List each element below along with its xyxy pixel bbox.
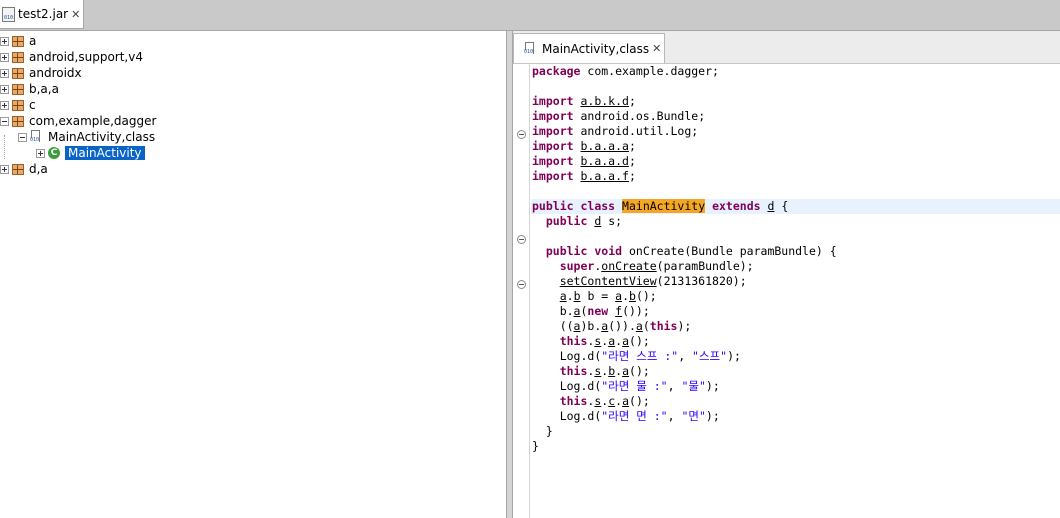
tree-item-label: c bbox=[29, 98, 36, 112]
code-line: ((a)b.a()).a(this); bbox=[532, 319, 692, 333]
fold-icon[interactable] bbox=[517, 235, 526, 244]
code-line: this.s.a.a(); bbox=[559, 334, 650, 348]
tree-item-mainactivity[interactable]: C MainActivity bbox=[36, 145, 145, 161]
editor-gutter bbox=[513, 64, 530, 518]
code-line: } bbox=[532, 439, 539, 453]
tree-item-label: d,a bbox=[29, 162, 48, 176]
code-line: b.a(new f()); bbox=[532, 304, 650, 318]
tree-item-b-a-a[interactable]: b,a,a bbox=[0, 81, 59, 97]
tab-test2-jar[interactable]: 010 test2.jar ✕ bbox=[0, 0, 84, 29]
tree-item-c[interactable]: c bbox=[0, 97, 36, 113]
tree-item-android-support-v4[interactable]: android,support,v4 bbox=[0, 49, 143, 65]
expand-icon[interactable] bbox=[0, 100, 9, 110]
code-line: import android.util.Log; bbox=[532, 124, 699, 138]
tree-item-label: MainActivity,class bbox=[48, 130, 156, 144]
collapse-icon[interactable] bbox=[0, 116, 9, 126]
tree-item-label: b,a,a bbox=[29, 82, 59, 96]
tab-mainactivity-class[interactable]: 010 MainActivity,class ✕ bbox=[513, 33, 665, 63]
code-line: } bbox=[532, 424, 553, 438]
code-line: public void onCreate(Bundle paramBundle)… bbox=[545, 244, 837, 258]
fold-icon[interactable] bbox=[517, 280, 526, 289]
code-line: this.s.c.a(); bbox=[559, 394, 650, 408]
editor-area-tab-strip: 010 test2.jar ✕ bbox=[0, 0, 1060, 31]
expand-icon[interactable] bbox=[0, 84, 9, 94]
code-line: a.b b = a.b(); bbox=[559, 289, 657, 303]
close-icon[interactable]: ✕ bbox=[652, 42, 661, 55]
code-line: import android.os.Bundle; bbox=[532, 109, 706, 123]
package-icon bbox=[12, 51, 24, 63]
code-line-current: public class MainActivity extends d { bbox=[531, 199, 1060, 214]
tab-label: MainActivity,class bbox=[542, 41, 650, 56]
package-icon bbox=[12, 35, 24, 47]
code-line: Log.d("라면 스프 :", "스프"); bbox=[559, 349, 741, 363]
code-line: Log.d("라면 면 :", "면"); bbox=[559, 409, 720, 423]
expand-icon[interactable] bbox=[0, 164, 9, 174]
collapse-icon[interactable] bbox=[18, 132, 27, 142]
tree-item-label: android,support,v4 bbox=[29, 50, 143, 64]
package-tree-panel: a android,support,v4 androidx b,a,a c co… bbox=[0, 31, 507, 518]
tree-item-label: androidx bbox=[29, 66, 82, 80]
code-line: import b.a.a.a; bbox=[532, 139, 636, 153]
expand-icon[interactable] bbox=[0, 36, 9, 46]
expand-icon[interactable] bbox=[0, 52, 9, 62]
package-icon bbox=[12, 115, 24, 127]
package-icon bbox=[12, 99, 24, 111]
code-editor-panel: 010 MainActivity,class ✕ package com.exa… bbox=[512, 31, 1060, 518]
code-line: import b.a.a.f; bbox=[532, 169, 636, 183]
tree-item-label: a bbox=[29, 34, 37, 48]
package-icon bbox=[12, 67, 24, 79]
code-line: this.s.b.a(); bbox=[559, 364, 650, 378]
class-file-icon: 010 bbox=[30, 130, 44, 144]
tree-item-mainactivity-class[interactable]: 010 MainActivity,class bbox=[18, 129, 155, 145]
code-line: Log.d("라면 물 :", "물"); bbox=[559, 379, 720, 393]
highlighted-occurrence: MainActivity bbox=[622, 199, 706, 213]
class-icon: C bbox=[48, 147, 60, 159]
code-line: setContentView(2131361820); bbox=[559, 274, 747, 288]
editor-tab-bar: 010 MainActivity,class ✕ bbox=[513, 31, 1060, 64]
tree-item-androidx[interactable]: androidx bbox=[0, 65, 82, 81]
close-icon[interactable]: ✕ bbox=[71, 8, 80, 21]
code-line: super.onCreate(paramBundle); bbox=[559, 259, 754, 273]
tree-item-label: com,example,dagger bbox=[29, 114, 157, 128]
package-icon bbox=[12, 163, 24, 175]
fold-icon[interactable] bbox=[517, 130, 526, 139]
tree-item-label: MainActivity bbox=[65, 146, 145, 160]
code-line: import a.b.k.d; bbox=[532, 94, 636, 108]
jar-file-icon: 010 bbox=[2, 6, 15, 22]
code-line: public d s; bbox=[545, 214, 623, 228]
tree-guide-line bbox=[4, 135, 5, 159]
package-icon bbox=[12, 83, 24, 95]
class-file-icon: 010 bbox=[524, 41, 538, 56]
expand-icon[interactable] bbox=[36, 148, 45, 158]
tree-item-a[interactable]: a bbox=[0, 33, 36, 49]
tree-item-com-example-dagger[interactable]: com,example,dagger bbox=[0, 113, 156, 129]
code-line: import b.a.a.d; bbox=[532, 154, 636, 168]
expand-icon[interactable] bbox=[0, 68, 9, 78]
tab-label: test2.jar bbox=[18, 7, 69, 21]
tree-item-d-a[interactable]: d,a bbox=[0, 161, 48, 177]
code-line: package com.example.dagger; bbox=[532, 64, 719, 78]
